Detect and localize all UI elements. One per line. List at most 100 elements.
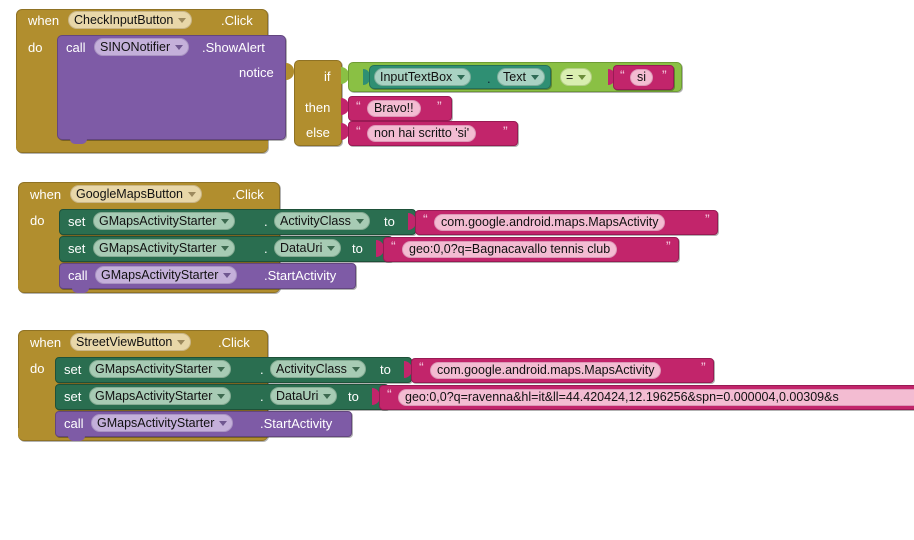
close-quote-icon-else: ” <box>503 123 508 139</box>
chevron-down-icon <box>221 218 230 224</box>
text-value-activityclass-2[interactable]: com.google.android.maps.MapsActivity <box>434 214 666 231</box>
to-label-3a: to <box>380 362 391 377</box>
when-label-2: when <box>30 187 62 202</box>
setter-property-label-3a: ActivityClass <box>276 361 347 376</box>
getter-property-dropdown[interactable]: Text <box>497 68 545 86</box>
call-block-notch-2 <box>72 287 89 293</box>
to-label-3b: to <box>348 389 359 404</box>
event-component-label-3: StreetViewButton <box>76 334 173 349</box>
close-quote-icon-bravo: ” <box>437 98 442 114</box>
do-label-3: do <box>30 361 45 376</box>
chevron-down-icon <box>223 272 232 278</box>
call-label-2: call <box>68 268 88 283</box>
close-quote-icon-si: ” <box>662 67 667 83</box>
setter-dot-3b: . <box>260 389 264 404</box>
setter-property-dropdown-2a[interactable]: ActivityClass <box>274 212 370 230</box>
open-quote-icon-3b: “ <box>387 386 392 402</box>
event-component-label-1: CheckInputButton <box>74 12 174 27</box>
text-value-datauri-2[interactable]: geo:0,0?q=Bagnacavallo tennis club <box>402 241 618 258</box>
set-label-2a: set <box>68 214 86 229</box>
call-label-1: call <box>66 40 86 55</box>
call-method-label-1: .ShowAlert <box>202 40 265 55</box>
set-label-3a: set <box>64 362 82 377</box>
open-quote-icon-else: “ <box>356 123 361 139</box>
chevron-down-icon <box>355 218 364 224</box>
chevron-down-icon <box>221 245 230 251</box>
setter-property-dropdown-3a[interactable]: ActivityClass <box>270 360 366 378</box>
set-label-3b: set <box>64 389 82 404</box>
getter-component-label: InputTextBox <box>380 69 453 84</box>
setter-component-label-3b: GMapsActivityStarter <box>95 388 213 403</box>
setter-dot-3a: . <box>260 362 264 377</box>
call-component-label-1: SINONotifier <box>100 39 171 54</box>
setter-property-label-3b: DataUri <box>276 388 319 403</box>
text-value-datauri-3[interactable]: geo:0,0?q=ravenna&hl=it&ll=44.420424,12.… <box>398 389 914 406</box>
to-label-2a: to <box>384 214 395 229</box>
call-component-label-3: GMapsActivityStarter <box>97 415 215 430</box>
text-value-bravo[interactable]: Bravo!! <box>367 100 421 117</box>
call-component-label-2: GMapsActivityStarter <box>101 267 219 282</box>
chevron-down-icon <box>219 420 228 426</box>
setter-property-label-2b: DataUri <box>280 240 323 255</box>
chevron-down-icon <box>578 74 587 80</box>
event-component-dropdown-1[interactable]: CheckInputButton <box>68 11 193 29</box>
setter-component-label-3a: GMapsActivityStarter <box>95 361 213 376</box>
chevron-down-icon <box>217 366 226 372</box>
then-label: then <box>305 100 331 115</box>
to-label-2b: to <box>352 241 363 256</box>
notice-arg-label: notice <box>239 65 274 80</box>
setter-property-label-2a: ActivityClass <box>280 213 351 228</box>
setter-component-label-2a: GMapsActivityStarter <box>99 213 217 228</box>
setter-property-dropdown-2b[interactable]: DataUri <box>274 239 342 257</box>
text-value-si[interactable]: si <box>630 69 654 86</box>
setter-component-dropdown-3a[interactable]: GMapsActivityStarter <box>89 360 232 378</box>
notice-socket[interactable] <box>286 63 294 80</box>
call-block-notch-3 <box>68 435 85 441</box>
event-component-dropdown-2[interactable]: GoogleMapsButton <box>70 185 203 203</box>
call-component-dropdown-1[interactable]: SINONotifier <box>94 38 190 56</box>
chevron-down-icon <box>351 366 360 372</box>
setter-property-dropdown-3b[interactable]: DataUri <box>270 387 338 405</box>
set-label-2b: set <box>68 241 86 256</box>
call-block-notch-1 <box>70 138 87 144</box>
close-quote-icon-2a: ” <box>705 211 710 227</box>
when-label-3: when <box>30 335 62 350</box>
setter-component-dropdown-2b[interactable]: GMapsActivityStarter <box>93 239 236 257</box>
do-label-2: do <box>30 213 45 228</box>
call-label-3: call <box>64 416 84 431</box>
blocks-workspace[interactable]: when CheckInputButton .Click do call SIN… <box>0 0 914 540</box>
open-quote-icon-2a: “ <box>423 211 428 227</box>
open-quote-icon-3a: “ <box>419 359 424 375</box>
when-label-1: when <box>28 13 60 28</box>
do-label-1: do <box>28 40 43 55</box>
call-component-dropdown-3[interactable]: GMapsActivityStarter <box>91 414 234 432</box>
chevron-down-icon <box>217 393 226 399</box>
getter-property-label: Text <box>503 69 526 84</box>
setter-component-dropdown-3b[interactable]: GMapsActivityStarter <box>89 387 232 405</box>
else-label: else <box>306 125 330 140</box>
open-quote-icon-bravo: “ <box>356 98 361 114</box>
open-quote-icon-si: “ <box>620 67 625 83</box>
event-component-dropdown-3[interactable]: StreetViewButton <box>70 333 192 351</box>
chevron-down-icon <box>188 191 197 197</box>
chevron-down-icon <box>327 245 336 251</box>
call-method-label-3: .StartActivity <box>260 416 333 431</box>
chevron-down-icon <box>178 17 187 23</box>
setter-dot-2b: . <box>264 241 268 256</box>
call-method-label-2: .StartActivity <box>264 268 337 283</box>
text-value-activityclass-3[interactable]: com.google.android.maps.MapsActivity <box>430 362 662 379</box>
event-name-label-3: .Click <box>218 335 250 350</box>
chevron-down-icon <box>323 393 332 399</box>
event-name-label-1: .Click <box>221 13 253 28</box>
chevron-down-icon <box>457 74 466 80</box>
comparison-operator-dropdown[interactable]: = <box>560 68 593 86</box>
getter-component-dropdown[interactable]: InputTextBox <box>374 68 472 86</box>
event-name-label-2: .Click <box>232 187 264 202</box>
text-value-else[interactable]: non hai scritto 'si' <box>367 125 477 142</box>
chevron-down-icon <box>177 339 186 345</box>
getter-dot: . <box>487 71 491 86</box>
setter-component-dropdown-2a[interactable]: GMapsActivityStarter <box>93 212 236 230</box>
call-component-dropdown-2[interactable]: GMapsActivityStarter <box>95 266 238 284</box>
chevron-down-icon <box>530 74 539 80</box>
setter-component-label-2b: GMapsActivityStarter <box>99 240 217 255</box>
